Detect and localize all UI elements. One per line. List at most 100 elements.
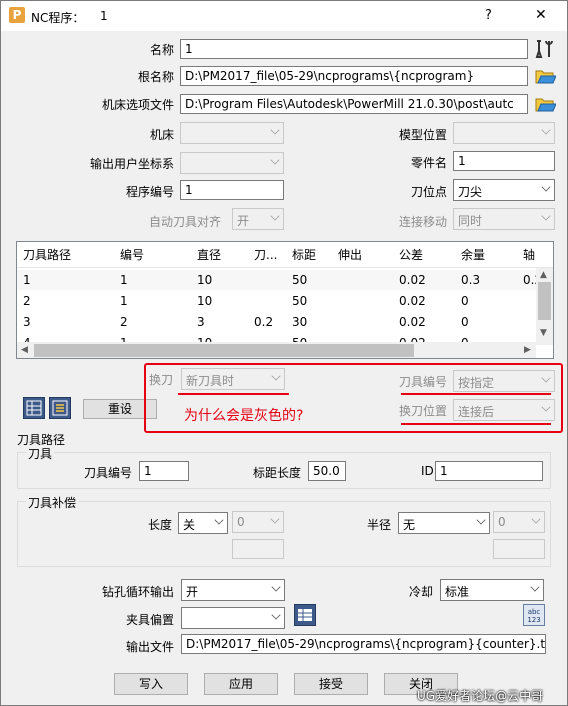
scroll-thumb[interactable] [34,344,414,357]
table-cell: 0 [461,315,469,329]
table-cell: 50 [292,294,308,308]
chevron-down-icon [270,125,280,135]
apply-button[interactable]: 应用 [204,673,278,695]
tool-table-icon[interactable] [23,397,45,419]
scroll-left-icon[interactable]: ◀ [21,345,28,355]
column-header[interactable]: 编号 [114,242,188,268]
drill-cycle-select[interactable]: 开 [181,579,285,601]
link-move-select[interactable]: 同时 [453,208,555,230]
table-cell: 3 [23,315,31,329]
auto-align-select[interactable]: 开 [232,208,284,230]
chevron-down-icon [270,211,280,221]
close-button[interactable]: ✕ [535,7,547,23]
output-ucs-select[interactable] [180,152,284,174]
table-row[interactable]: 3 2 3 0.2 30 0.02 0 [17,312,536,332]
write-button[interactable]: 写入 [114,673,188,695]
id-field[interactable]: 1 [435,461,543,481]
coolant-label: 冷却 [408,585,433,599]
scroll-right-icon[interactable]: ▶ [524,345,531,355]
scroll-down-icon[interactable]: ▼ [540,328,547,338]
output-file-field[interactable]: D:\PM2017_file\05-29\ncprograms\{ncprogr… [181,634,546,654]
length-select[interactable]: 关 [178,512,228,534]
root-name-field[interactable]: D:\PM2017_file\05-29\ncprograms\{ncprogr… [180,66,528,86]
chevron-down-icon [271,610,281,620]
model-position-select[interactable] [453,122,555,144]
open-folder-icon[interactable] [534,93,557,115]
open-folder-icon[interactable] [534,65,557,87]
table-header: 刀具路径 编号 直径 刀... 标距 伸出 公差 余量 轴 [17,242,553,268]
annotation-underline [401,423,551,425]
chevron-down-icon [541,125,551,135]
abc-123-icon[interactable]: abc 123 [523,604,545,626]
tool-point-label: 刀位点 [410,185,447,199]
column-header[interactable]: 标距 [286,242,330,268]
length-extra-field[interactable] [232,539,284,559]
part-name-label: 零件名 [410,156,447,170]
column-header[interactable]: 刀具路径 [17,242,111,268]
table-row[interactable]: 1 1 10 50 0.02 0.3 0.2 [17,270,542,290]
tool-group-title: 刀具 [26,445,55,462]
auto-align-label: 自动刀具对齐 [148,215,221,229]
table-cell: 30 [292,315,308,329]
horizontal-scrollbar[interactable]: ◀ ▶ [17,342,536,358]
table-cell: 50 [292,273,308,287]
tool-number-field[interactable]: 1 [139,461,189,481]
chevron-down-icon [214,515,224,525]
machine-option-label: 机床选项文件 [101,98,174,112]
machine-option-field[interactable]: D:\Program Files\Autodesk\PowerMill 21.0… [180,94,528,114]
column-header[interactable]: 直径 [191,242,245,268]
radius-select[interactable]: 无 [398,512,490,534]
help-button[interactable]: ? [485,8,492,23]
machine-label: 机床 [149,128,174,142]
column-header[interactable]: 伸出 [332,242,390,268]
output-ucs-label: 输出用户坐标系 [89,157,174,171]
chevron-down-icon [541,182,551,192]
tool-list-icon[interactable] [49,397,71,419]
chevron-down-icon [271,582,281,592]
chevron-down-icon [476,515,486,525]
program-number-label: 程序编号 [125,185,174,199]
table-cell [332,312,390,332]
chevron-down-icon [530,582,540,592]
coolant-select[interactable]: 标准 [440,579,544,601]
machine-select[interactable] [180,122,284,144]
column-header[interactable]: 余量 [455,242,513,268]
name-field[interactable]: 1 [180,39,528,59]
radius-number-select[interactable]: 0 [493,511,545,533]
table-row[interactable]: 2 1 10 50 0.02 0 [17,291,536,311]
column-header[interactable]: 公差 [393,242,451,268]
table-cell [332,291,390,311]
powermill-logo-icon: P [9,7,25,23]
column-header[interactable]: 轴 [517,242,547,268]
vertical-scrollbar[interactable]: ▲ ▼ [536,268,553,345]
accept-button[interactable]: 接受 [294,673,368,695]
chevron-down-icon [270,514,280,524]
table-cell: 0.02 [399,273,426,287]
svg-text:123: 123 [527,616,540,624]
column-header[interactable]: 刀... [248,242,284,268]
fixture-offset-select[interactable] [181,607,285,629]
scroll-up-icon[interactable]: ▲ [540,270,547,280]
program-number-field[interactable]: 1 [180,180,284,200]
gauge-length-label: 标距长度 [253,466,302,480]
table-cell: 2 [120,315,128,329]
tool-compensation-group [17,501,551,567]
radius-label: 半径 [367,518,392,532]
fixture-table-icon[interactable] [294,604,316,626]
root-name-label: 根名称 [137,70,174,84]
tool-number-label: 刀具编号 [84,466,133,480]
part-name-field[interactable]: 1 [453,151,555,171]
table-cell: 10 [197,294,213,308]
table-cell [332,270,390,290]
output-file-label: 输出文件 [125,640,174,654]
table-cell: 1 [23,273,31,287]
gauge-length-field[interactable]: 50.0 [308,461,346,481]
table-cell: 3 [197,315,205,329]
radius-extra-field[interactable] [493,539,545,559]
window-title-number: 1 [100,9,108,23]
tool-point-select[interactable]: 刀尖 [453,179,555,201]
tool-settings-icon[interactable] [534,38,556,60]
length-number-select[interactable]: 0 [232,511,284,533]
scroll-thumb[interactable] [538,282,551,320]
annotation-underline [178,393,289,395]
